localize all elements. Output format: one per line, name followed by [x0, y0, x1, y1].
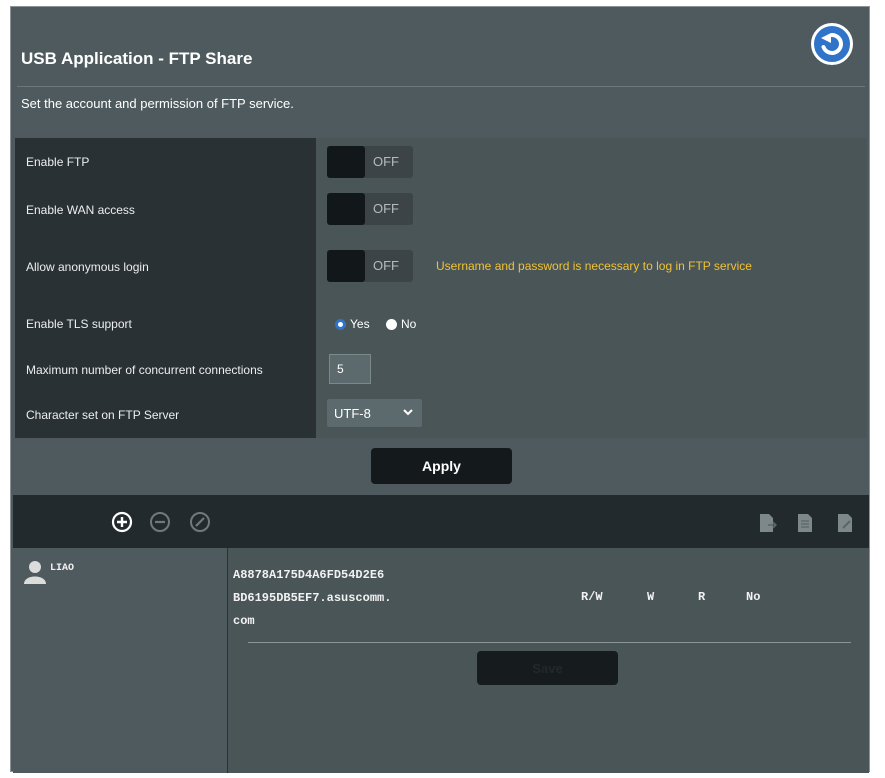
anonymous-login-note: Username and password is necessary to lo… [436, 259, 752, 273]
setting-label: Enable TLS support [15, 301, 315, 347]
permission-rw-option[interactable]: R/W [581, 590, 603, 604]
enable-ftp-toggle[interactable]: OFF [327, 146, 413, 178]
enable-wan-toggle[interactable]: OFF [327, 193, 413, 225]
setting-row-tls: Enable TLS support Yes No [15, 301, 867, 348]
setting-label: Maximum number of concurrent connections [15, 347, 315, 392]
folder-name: A8878A175D4A6FD54D2E6 BD6195DB5EF7.asusc… [233, 564, 391, 633]
toggle-state: OFF [373, 258, 399, 273]
setting-label: Enable FTP [15, 138, 315, 186]
setting-row-anonymous-login: Allow anonymous login OFF Username and p… [15, 233, 867, 302]
file-list-icon[interactable] [795, 513, 815, 533]
setting-label: Character set on FTP Server [15, 392, 315, 438]
toggle-state: OFF [373, 154, 399, 169]
page-description: Set the account and permission of FTP se… [21, 96, 294, 111]
setting-label: Enable WAN access [15, 186, 315, 233]
folder-name-line: com [233, 614, 255, 628]
page-title: USB Application - FTP Share [21, 49, 253, 68]
divider [248, 642, 851, 643]
setting-row-enable-ftp: Enable FTP OFF [15, 138, 867, 187]
toggle-knob [327, 193, 365, 225]
account-toolbar [13, 495, 869, 548]
charset-value: UTF-8 [334, 405, 371, 421]
list-item[interactable]: LIAO [13, 548, 227, 588]
edit-circle-icon[interactable] [189, 511, 211, 533]
radio-selected-icon [335, 318, 346, 330]
back-button[interactable] [811, 23, 853, 65]
charset-select[interactable]: UTF-8 [327, 399, 422, 427]
toggle-knob [327, 146, 365, 178]
setting-label: Allow anonymous login [15, 233, 315, 301]
tls-no-radio[interactable]: No [386, 317, 416, 331]
radio-label: No [401, 317, 417, 331]
toggle-knob [327, 250, 365, 282]
toggle-state: OFF [373, 201, 399, 216]
anonymous-login-toggle[interactable]: OFF [327, 250, 413, 282]
settings-table: Enable FTP OFF Enable WAN access OFF All… [15, 138, 867, 438]
folder-name-line: BD6195DB5EF7.asuscomm. [233, 591, 392, 605]
permission-r-option[interactable]: R [698, 590, 705, 604]
folder-name-line: A8878A175D4A6FD54D2E6 [233, 568, 385, 582]
radio-label: Yes [350, 317, 370, 331]
folder-permissions: A8878A175D4A6FD54D2E6 BD6195DB5EF7.asusc… [228, 548, 869, 773]
save-button[interactable]: Save [477, 651, 618, 685]
permission-no-option[interactable]: No [746, 590, 760, 604]
account-list: LIAO [13, 548, 228, 773]
permission-w-option[interactable]: W [647, 590, 654, 604]
remove-circle-icon[interactable] [149, 511, 171, 533]
radio-unselected-icon [386, 318, 397, 330]
file-export-icon[interactable] [757, 513, 777, 533]
user-icon [24, 561, 46, 584]
apply-button[interactable]: Apply [371, 448, 512, 484]
add-circle-icon[interactable] [111, 511, 133, 533]
setting-row-charset: Character set on FTP Server UTF-8 [15, 392, 867, 438]
setting-row-enable-wan: Enable WAN access OFF [15, 186, 867, 234]
file-edit-icon[interactable] [835, 513, 855, 533]
tls-yes-radio[interactable]: Yes [335, 317, 370, 331]
max-connections-input[interactable] [329, 354, 371, 384]
ftp-share-panel: USB Application - FTP Share Set the acco… [10, 6, 870, 773]
setting-row-max-connections: Maximum number of concurrent connections [15, 347, 867, 393]
back-arrow-icon [821, 33, 843, 55]
chevron-down-icon [403, 409, 413, 416]
divider [17, 86, 865, 87]
account-username: LIAO [50, 563, 75, 574]
